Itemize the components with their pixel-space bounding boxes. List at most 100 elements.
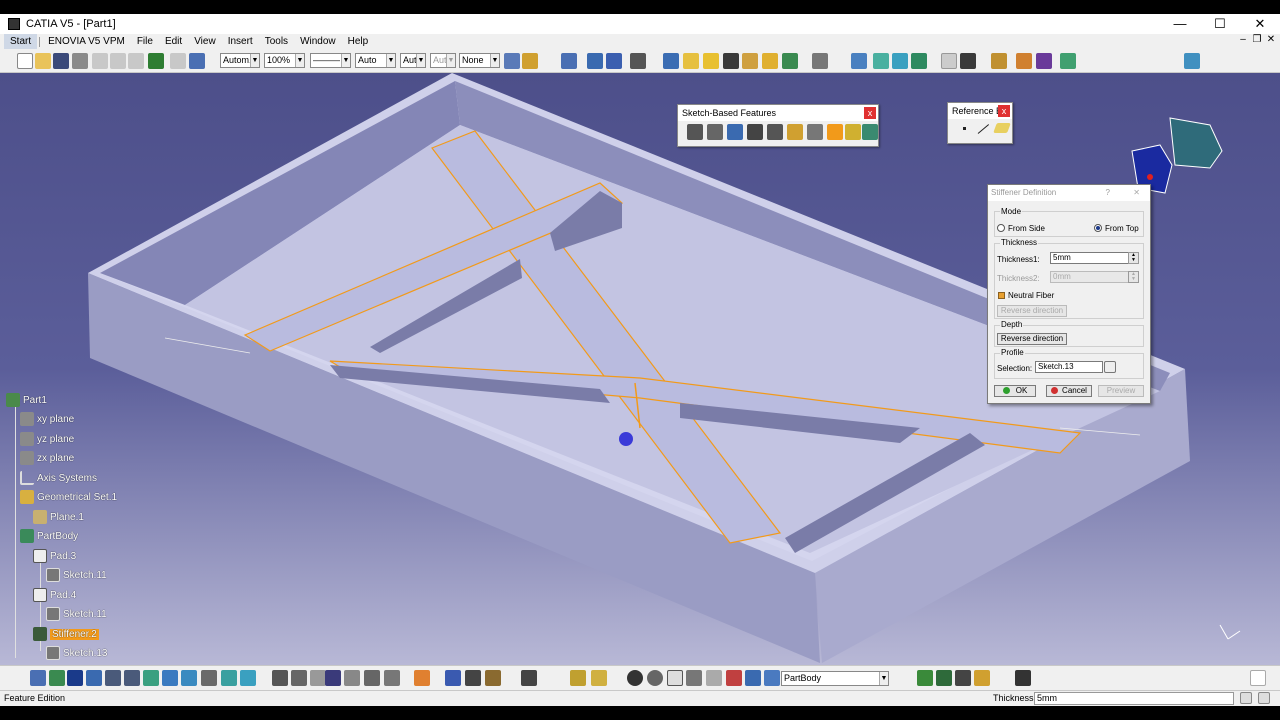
tree-item-partbody[interactable]: PartBody bbox=[20, 529, 78, 543]
status-options-icon[interactable] bbox=[1240, 692, 1252, 704]
apply-material-tool-icon[interactable] bbox=[414, 670, 430, 686]
transform-icon[interactable] bbox=[911, 53, 927, 69]
numeric-icon[interactable] bbox=[686, 670, 702, 686]
maximize-button[interactable]: ☐ bbox=[1200, 14, 1240, 34]
axis-tool-icon[interactable] bbox=[485, 670, 501, 686]
rendering-combo[interactable]: None ▼ bbox=[459, 53, 500, 68]
measure-inertia-icon[interactable] bbox=[384, 670, 400, 686]
menu-enovia[interactable]: ENOVIA V5 VPM bbox=[42, 34, 131, 49]
transparency-combo[interactable]: 100% ▼ bbox=[264, 53, 305, 68]
tree-item-zx-plane[interactable]: zx plane bbox=[20, 451, 74, 465]
groove-icon[interactable] bbox=[723, 53, 739, 69]
pad-tool-icon[interactable] bbox=[687, 124, 703, 140]
from-top-radio[interactable] bbox=[1094, 224, 1102, 232]
tree-item-sketch11-b[interactable]: Sketch.11 bbox=[46, 607, 107, 621]
comment-icon[interactable] bbox=[291, 670, 307, 686]
groove-tool-icon[interactable] bbox=[747, 124, 763, 140]
zoom-out-icon[interactable] bbox=[124, 670, 140, 686]
tools-icon[interactable] bbox=[991, 53, 1007, 69]
line-type-combo[interactable]: ——— ▼ bbox=[310, 53, 351, 68]
minimize-button[interactable]: — bbox=[1160, 14, 1200, 34]
pan-icon[interactable] bbox=[67, 670, 83, 686]
ok-button[interactable]: OK bbox=[994, 385, 1036, 397]
measure-item-icon[interactable] bbox=[364, 670, 380, 686]
cancel-button[interactable]: Cancel bbox=[1046, 385, 1092, 397]
dress-up-icon[interactable] bbox=[873, 53, 889, 69]
remove-body-icon[interactable] bbox=[955, 670, 971, 686]
plane-tool-icon[interactable] bbox=[993, 123, 1011, 133]
body-select-combo[interactable]: PartBody ▼ bbox=[781, 671, 889, 686]
hole-icon[interactable] bbox=[742, 53, 758, 69]
axis-tool-2-icon[interactable] bbox=[667, 670, 683, 686]
fit-all-icon[interactable] bbox=[49, 670, 65, 686]
save-icon[interactable] bbox=[53, 53, 69, 69]
formula-icon[interactable] bbox=[272, 670, 288, 686]
format-painter-icon[interactable] bbox=[504, 53, 520, 69]
assemble-body-icon[interactable] bbox=[936, 670, 952, 686]
shaft-tool-icon[interactable] bbox=[727, 124, 743, 140]
measure-between-icon[interactable] bbox=[344, 670, 360, 686]
split-icon[interactable] bbox=[591, 670, 607, 686]
thickness1-input[interactable]: 5mm bbox=[1050, 252, 1130, 264]
rib-icon[interactable] bbox=[762, 53, 778, 69]
assemble-icon[interactable] bbox=[851, 53, 867, 69]
measure-icon[interactable] bbox=[587, 53, 603, 69]
knowledge-icon[interactable] bbox=[1036, 53, 1052, 69]
rotation-tool-icon[interactable] bbox=[627, 670, 643, 686]
scaling-icon[interactable] bbox=[764, 670, 780, 686]
open-folder-icon[interactable] bbox=[35, 53, 51, 69]
pattern-icon[interactable] bbox=[745, 670, 761, 686]
hand-tool-icon[interactable] bbox=[647, 670, 663, 686]
cut-icon[interactable] bbox=[92, 53, 108, 69]
thickness1-spinner[interactable]: ▲ ▼ bbox=[1128, 252, 1139, 264]
profile-selection-input[interactable]: Sketch.13 bbox=[1035, 361, 1103, 373]
tree-item-geometrical-set[interactable]: Geometrical Set.1 bbox=[20, 490, 117, 504]
shading-icon[interactable] bbox=[201, 670, 217, 686]
help-button[interactable]: ? bbox=[1106, 185, 1110, 201]
capture-icon[interactable] bbox=[1015, 670, 1031, 686]
undo-icon[interactable] bbox=[148, 53, 164, 69]
doc-restore-button[interactable]: ❐ bbox=[1250, 34, 1264, 45]
translate-icon[interactable] bbox=[706, 670, 722, 686]
depth-reverse-direction-button[interactable]: Reverse direction bbox=[997, 333, 1067, 345]
swap-space-icon[interactable] bbox=[240, 670, 256, 686]
hide-show-icon[interactable] bbox=[221, 670, 237, 686]
multi-sections-tool-icon[interactable] bbox=[862, 124, 878, 140]
thickness-icon[interactable] bbox=[892, 53, 908, 69]
point-tool-icon[interactable] bbox=[963, 127, 966, 130]
menu-start[interactable]: Start bbox=[4, 34, 38, 49]
normal-view-icon[interactable] bbox=[143, 670, 159, 686]
menu-edit[interactable]: Edit bbox=[159, 34, 188, 49]
new-file-icon[interactable] bbox=[17, 53, 33, 69]
tree-item-pad4[interactable]: Pad.4 bbox=[33, 588, 76, 602]
neutral-fiber-checkbox[interactable] bbox=[998, 292, 1005, 299]
menu-insert[interactable]: Insert bbox=[222, 34, 259, 49]
boolean-icon[interactable] bbox=[941, 53, 957, 69]
solid-combine-tool-icon[interactable] bbox=[845, 124, 861, 140]
mirror-icon[interactable] bbox=[726, 670, 742, 686]
doc-minimize-button[interactable]: – bbox=[1236, 34, 1250, 45]
menu-tools[interactable]: Tools bbox=[259, 34, 294, 49]
iso-view-icon[interactable] bbox=[181, 670, 197, 686]
grid-icon[interactable] bbox=[606, 53, 622, 69]
boolean-ops-icon[interactable] bbox=[570, 670, 586, 686]
menu-file[interactable]: File bbox=[131, 34, 159, 49]
tree-item-sketch11-a[interactable]: Sketch.11 bbox=[46, 568, 107, 582]
workbench-icon[interactable] bbox=[1184, 53, 1200, 69]
slot-tool-icon[interactable] bbox=[807, 124, 823, 140]
brush-icon[interactable] bbox=[522, 53, 538, 69]
sketch-based-features-toolbar[interactable]: Sketch-Based Features x bbox=[677, 104, 879, 147]
menu-help[interactable]: Help bbox=[342, 34, 375, 49]
tree-item-pad3[interactable]: Pad.3 bbox=[33, 549, 76, 563]
reference-elements-toolbar[interactable]: Reference E... x bbox=[947, 102, 1013, 144]
menu-window[interactable]: Window bbox=[294, 34, 342, 49]
menu-view[interactable]: View bbox=[188, 34, 222, 49]
whats-this-icon[interactable] bbox=[189, 53, 205, 69]
analysis-icon[interactable] bbox=[1016, 53, 1032, 69]
close-toolbar-button[interactable]: x bbox=[864, 107, 876, 119]
fly-mode-icon[interactable] bbox=[30, 670, 46, 686]
line-tool-icon[interactable] bbox=[977, 124, 990, 134]
sketch-edit-icon[interactable] bbox=[1104, 361, 1116, 373]
table-icon[interactable] bbox=[325, 670, 341, 686]
snap-icon[interactable] bbox=[630, 53, 646, 69]
